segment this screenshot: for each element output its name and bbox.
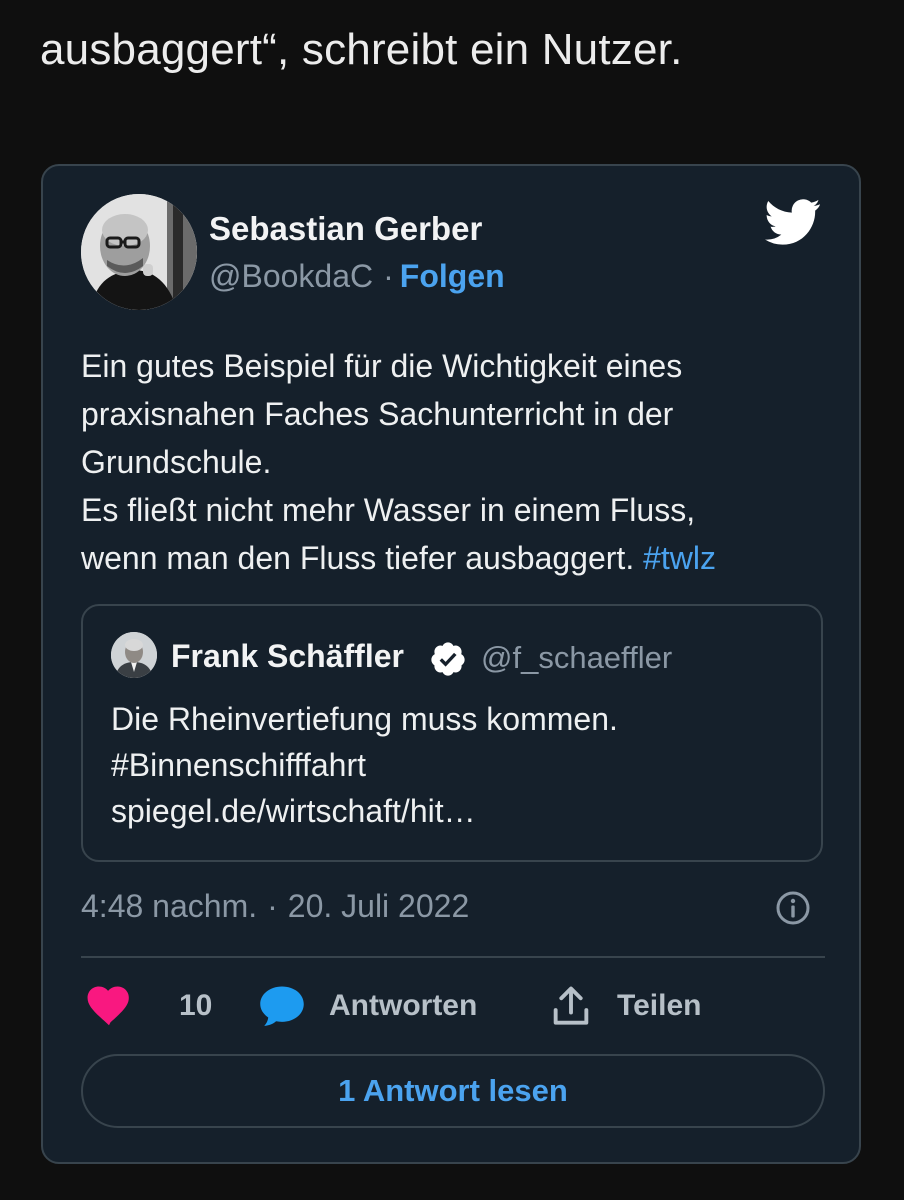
- verified-badge-icon: [429, 640, 467, 678]
- article-text: ausbaggert“, schreibt ein Nutzer.: [40, 25, 683, 74]
- author-avatar[interactable]: [81, 194, 197, 310]
- hashtag-link[interactable]: #twlz: [643, 540, 716, 576]
- follow-link[interactable]: Folgen: [400, 258, 505, 294]
- tweet-time: 4:48 nachm.: [81, 888, 258, 924]
- quoted-tweet[interactable]: Frank Schäffler @f_schaeffler Die Rheinv…: [81, 604, 823, 862]
- quoted-link[interactable]: spiegel.de/wirtschaft/hit…: [111, 788, 618, 834]
- timestamp-separator: ·: [267, 888, 278, 924]
- quoted-hashtag[interactable]: #Binnenschifffahrt: [111, 742, 618, 788]
- tweet-date: 20. Juli 2022: [287, 888, 470, 924]
- author-handle[interactable]: @BookdaC: [209, 258, 373, 294]
- tweet-line: praxisnahen Faches Sachunterricht in der: [81, 396, 674, 432]
- tweet-line-last: wenn man den Fluss tiefer ausbaggert. #t…: [81, 534, 841, 582]
- author-name[interactable]: Sebastian Gerber: [209, 210, 482, 248]
- like-button[interactable]: 10: [87, 984, 212, 1028]
- actions-divider: [81, 956, 825, 958]
- share-button[interactable]: Teilen: [551, 984, 701, 1028]
- quoted-author-avatar[interactable]: [111, 632, 157, 678]
- author-handle-line: @BookdaC · Folgen: [209, 258, 505, 295]
- quoted-tweet-body: Die Rheinvertiefung muss kommen. #Binnen…: [111, 696, 618, 834]
- quoted-author-handle[interactable]: @f_schaeffler: [481, 640, 672, 676]
- handle-separator: ·: [383, 258, 394, 294]
- share-upload-icon: [553, 986, 589, 1025]
- quoted-tweet-line: Die Rheinvertiefung muss kommen.: [111, 701, 618, 737]
- like-count: 10: [179, 989, 213, 1022]
- tweet-body: Ein gutes Beispiel für die Wichtigkeit e…: [81, 342, 841, 582]
- reply-button[interactable]: Antworten: [259, 984, 477, 1028]
- twitter-bird-icon[interactable]: [765, 198, 821, 246]
- reply-label: Antworten: [329, 989, 478, 1022]
- heart-icon: [87, 986, 129, 1026]
- embedded-tweet[interactable]: Sebastian Gerber @BookdaC · Folgen Ein gut…: [41, 164, 861, 1164]
- tweet-timestamp[interactable]: 4:48 nachm. · 20. Juli 2022: [81, 888, 469, 925]
- speech-bubble-icon: [260, 986, 304, 1026]
- tweet-line: Es fließt nicht mehr Wasser in einem Flu…: [81, 492, 696, 528]
- read-replies-button[interactable]: 1 Antwort lesen: [81, 1054, 825, 1128]
- share-label: Teilen: [617, 989, 702, 1022]
- tweet-line: Ein gutes Beispiel für die Wichtigkeit e…: [81, 348, 683, 384]
- quoted-author-name[interactable]: Frank Schäffler: [171, 638, 404, 675]
- info-icon[interactable]: [775, 890, 811, 926]
- tweet-line-text: wenn man den Fluss tiefer ausbaggert.: [81, 540, 635, 576]
- tweet-line: Grundschule.: [81, 444, 272, 480]
